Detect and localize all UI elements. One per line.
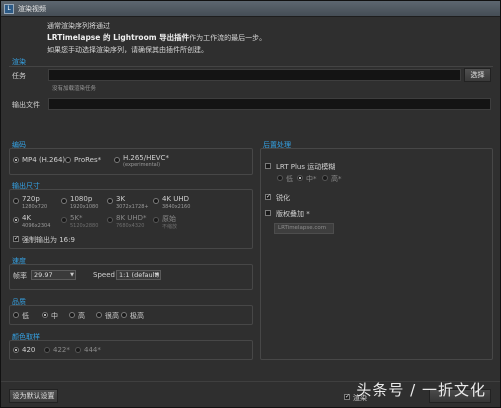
fps-select[interactable]: 29.97 ▼ bbox=[31, 270, 76, 280]
set-default-button[interactable]: 设为默认设置 bbox=[9, 389, 58, 403]
quality-max-label: 极高 bbox=[130, 312, 144, 320]
blur-high-label: 高* bbox=[331, 175, 342, 183]
speed-select[interactable]: 1:1 (default) ▼ bbox=[116, 270, 161, 280]
blur-low-radio[interactable] bbox=[277, 175, 283, 181]
blur-low-label: 低 bbox=[286, 175, 293, 183]
title-bar: L 渲染视频 bbox=[1, 1, 500, 17]
no-task-loaded-text: 没有加载渲染任务 bbox=[52, 86, 97, 92]
quality-max-radio[interactable] bbox=[121, 312, 127, 318]
render-checkbox[interactable]: ✓ bbox=[344, 394, 350, 400]
encoding-h265-note: (experimental) bbox=[123, 162, 161, 168]
fps-value: 29.97 bbox=[34, 271, 53, 279]
chroma-422-label: 422* bbox=[53, 346, 70, 354]
force-169-checkbox[interactable]: ✓ bbox=[13, 236, 19, 242]
size-1080p-sub: 1920x1080 bbox=[70, 204, 99, 210]
encoding-mp4-radio[interactable] bbox=[13, 157, 19, 163]
blur-medium-radio[interactable] bbox=[297, 175, 303, 181]
quality-low-label: 低 bbox=[22, 312, 29, 320]
select-button[interactable]: 选择 bbox=[464, 68, 491, 82]
chroma-444-radio[interactable] bbox=[75, 347, 81, 353]
size-3k-radio[interactable] bbox=[107, 198, 113, 204]
intro-line-1: 通常渲染序列将通过 bbox=[47, 22, 110, 30]
chroma-420-label: 420 bbox=[22, 346, 36, 354]
chroma-444-label: 444* bbox=[84, 346, 101, 354]
task-input[interactable] bbox=[48, 69, 461, 81]
app-icon: L bbox=[4, 4, 14, 14]
render-divider bbox=[9, 66, 493, 67]
size-8kuhd-radio[interactable] bbox=[107, 217, 113, 223]
fps-chevron-down-icon: ▼ bbox=[70, 272, 74, 278]
size-4kuhd-sub: 3840x2160 bbox=[162, 204, 191, 210]
intro-text: 通常渲染序列将通过 LRTimelapse 的 Lightroom 导出插件作为… bbox=[47, 20, 266, 56]
size-720p-sub: 1280x720 bbox=[22, 204, 48, 210]
size-4k-radio[interactable] bbox=[13, 217, 19, 223]
encoding-h265-label: H.265/HEVC* bbox=[123, 154, 169, 162]
output-file-label: 输出文件 bbox=[12, 101, 40, 109]
speed-label: Speed bbox=[93, 271, 115, 279]
post-group bbox=[260, 148, 493, 360]
watermark-checkbox[interactable] bbox=[265, 210, 271, 216]
size-5k-label: 5K* bbox=[70, 214, 83, 222]
size-720p-radio[interactable] bbox=[13, 198, 19, 204]
watermark-text-input[interactable]: LRTimelapse.com bbox=[274, 223, 334, 234]
quality-medium-label: 中 bbox=[51, 312, 58, 320]
encoding-prores-radio[interactable] bbox=[65, 157, 71, 163]
size-3k-label: 3K bbox=[116, 195, 126, 203]
sharpen-checkbox[interactable]: ✓ bbox=[265, 194, 271, 200]
task-label: 任务 bbox=[12, 72, 26, 80]
speed-chevron-down-icon: ▼ bbox=[155, 272, 159, 278]
blur-medium-label: 中* bbox=[306, 175, 317, 183]
quality-very-high-radio[interactable] bbox=[96, 312, 102, 318]
size-4k-sub: 4096x2304 bbox=[22, 223, 51, 229]
encoding-mp4-label: MP4 (H.264) bbox=[22, 156, 66, 164]
output-file-input[interactable] bbox=[48, 98, 491, 110]
quality-very-high-label: 很高 bbox=[105, 312, 119, 320]
motion-blur-checkbox[interactable] bbox=[265, 163, 271, 169]
intro-line-3: 如果您手动选择渲染序列，请确保其由插件所创建。 bbox=[47, 46, 208, 54]
size-8kuhd-label: 8K UHD* bbox=[116, 214, 147, 222]
speed-value: 1:1 (default) bbox=[119, 271, 160, 279]
intro-line-2: LRTimelapse 的 Lightroom 导出插件作为工作流的最后一步。 bbox=[47, 32, 266, 44]
quality-medium-radio[interactable] bbox=[42, 312, 48, 318]
encoding-h265-radio[interactable] bbox=[114, 157, 120, 163]
size-5k-sub: 5120x2880 bbox=[70, 223, 99, 229]
chroma-422-radio[interactable] bbox=[44, 347, 50, 353]
sharpen-label: 锐化 bbox=[276, 194, 290, 202]
size-original-sub: 不缩放 bbox=[162, 224, 178, 230]
quality-high-radio[interactable] bbox=[69, 312, 75, 318]
motion-blur-label: LRT Plus 运动模糊 bbox=[276, 163, 336, 171]
fps-label: 帧率 bbox=[13, 272, 27, 280]
size-4k-label: 4K bbox=[22, 214, 32, 222]
size-4kuhd-radio[interactable] bbox=[153, 198, 159, 204]
intro-line-2-tail: 作为工作流的最后一步。 bbox=[189, 34, 267, 42]
size-1080p-radio[interactable] bbox=[61, 198, 67, 204]
size-1080p-label: 1080p bbox=[70, 195, 93, 203]
quality-low-radio[interactable] bbox=[13, 312, 19, 318]
watermark-label: 版权叠加 * bbox=[276, 210, 310, 218]
encoding-prores-label: ProRes* bbox=[74, 156, 102, 164]
size-5k-radio[interactable] bbox=[61, 217, 67, 223]
render-video-window: L 渲染视频 通常渲染序列将通过 LRTimelapse 的 Lightroom… bbox=[0, 0, 501, 408]
quality-high-label: 高 bbox=[78, 312, 85, 320]
size-4kuhd-label: 4K UHD bbox=[162, 195, 190, 203]
blur-high-radio[interactable] bbox=[322, 175, 328, 181]
intro-plugin-name: LRTimelapse 的 Lightroom 导出插件 bbox=[47, 33, 190, 42]
chroma-420-radio[interactable] bbox=[13, 347, 19, 353]
credit-watermark: 头条号 / 一折文化 bbox=[356, 381, 486, 399]
size-720p-label: 720p bbox=[22, 195, 40, 203]
size-original-radio[interactable] bbox=[153, 217, 159, 223]
size-8kuhd-sub: 7680x4320 bbox=[116, 223, 145, 229]
size-3k-sub: 3072x1728+ bbox=[116, 204, 149, 210]
window-title: 渲染视频 bbox=[18, 5, 46, 13]
force-169-label: 强制输出为 16:9 bbox=[22, 236, 75, 244]
